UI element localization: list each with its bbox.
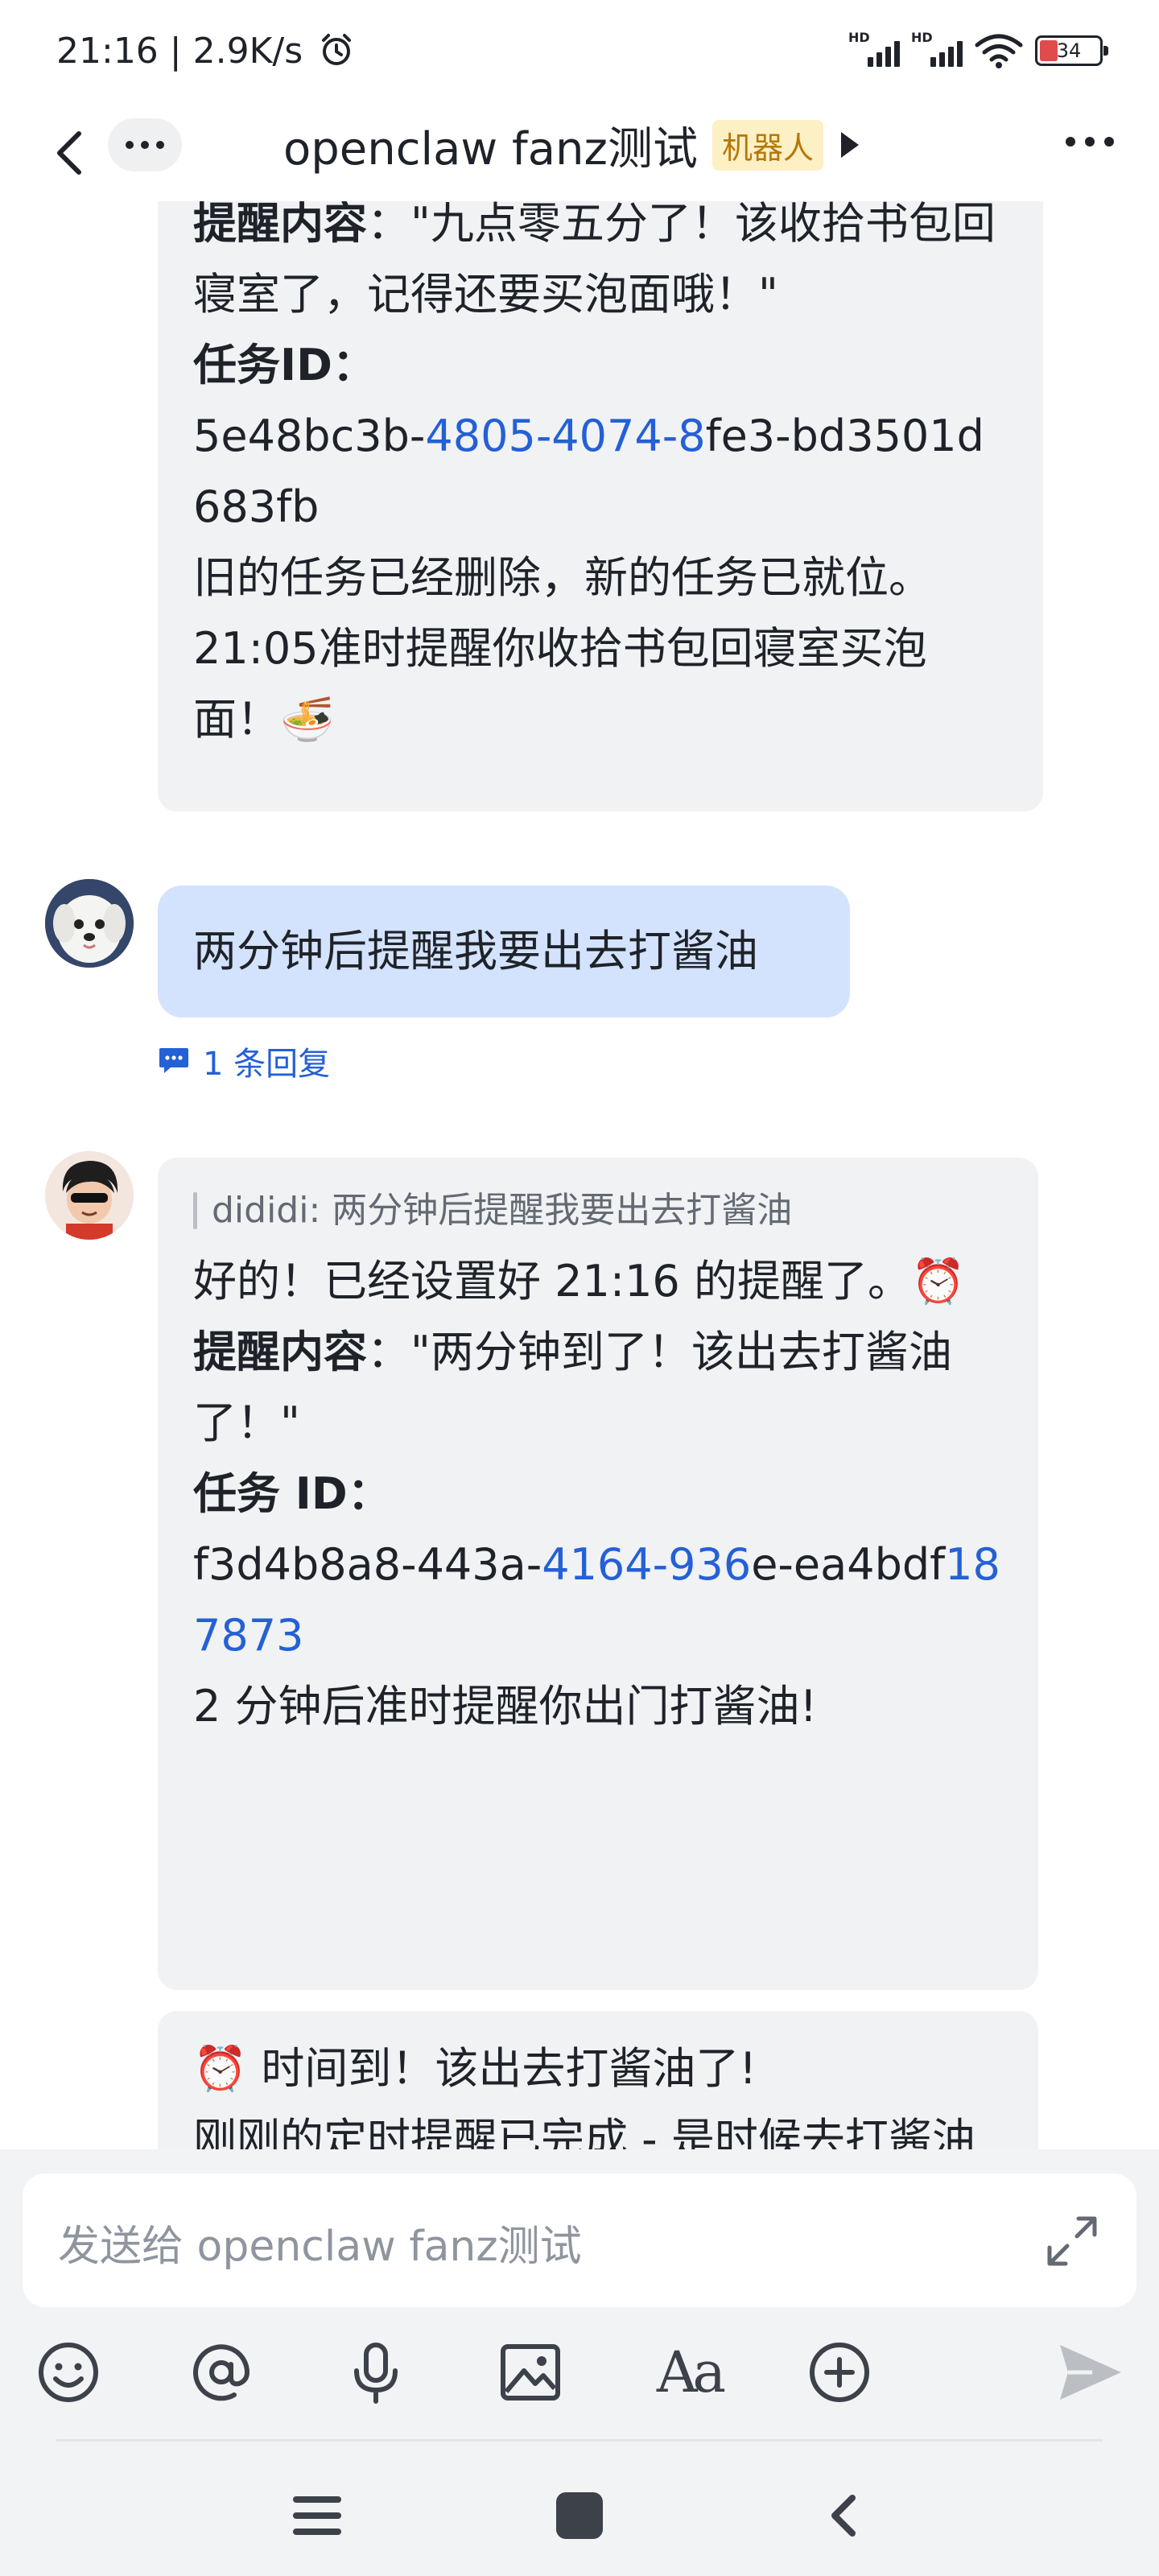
phone-link[interactable]: 4164-936 [542, 1539, 751, 1590]
user-message[interactable]: 两分钟后提醒我要出去打酱油 [158, 886, 850, 1018]
plus-circle-icon [810, 2343, 869, 2402]
image-button[interactable] [494, 2336, 567, 2409]
phone-link[interactable]: 4805-4074-8 [425, 411, 705, 461]
message-input[interactable]: 发送给 openclaw fanz测试 [23, 2174, 1136, 2307]
message-line: ⏰ 时间到！该出去打酱油了! [193, 2043, 757, 2094]
content-label: 提醒内容 [193, 1327, 367, 1377]
back-arrow-icon [831, 2495, 856, 2537]
add-button[interactable] [803, 2336, 876, 2409]
at-icon [193, 2344, 250, 2401]
status-icons: HD HD 34 [848, 30, 1108, 69]
quoted-text: dididi: 两分钟后提醒我要出去打酱油 [212, 1190, 793, 1231]
message-list[interactable]: 提醒内容："九点零五分了！该收拾书包回寝室了，记得还要买泡面哦！" 任务ID： … [0, 201, 1159, 2149]
task-id-value: f3d4b8a8-443a-4164-936e-ea4bdf187873 [193, 1530, 1003, 1671]
task-id-label: 任务 ID [193, 1468, 348, 1519]
message-line: 刚刚的定时提醒已完成 - 是时候去打酱油了！🥢 [193, 2114, 975, 2149]
play-arrow-icon [840, 132, 859, 158]
menu-icon [293, 2496, 341, 2535]
system-navigation-bar [0, 2439, 1159, 2576]
task-id-colon: ： [347, 1468, 391, 1519]
message-line: 提醒内容："九点零五分了！该收拾书包回寝室了，记得还要买泡面哦！" [193, 201, 1008, 330]
user-avatar[interactable] [45, 879, 134, 968]
battery-level: 34 [1056, 39, 1082, 62]
mention-button[interactable] [185, 2336, 258, 2409]
voice-button[interactable] [340, 2336, 412, 2409]
emoji-icon [39, 2343, 98, 2402]
system-back-button[interactable] [811, 2483, 876, 2548]
status-bar: 21:16 | 2.9K/s HD HD 34 [0, 0, 1159, 105]
format-icon: Aa [656, 2339, 726, 2405]
more-options-button[interactable] [108, 118, 182, 171]
send-button[interactable] [1054, 2336, 1127, 2409]
message-line: 21:05准时提醒你收拾书包回寝室买泡面！🍜 [193, 623, 927, 745]
send-icon [1060, 2345, 1121, 2400]
message-line: 任务ID： [193, 330, 1008, 401]
home-square-icon [556, 2492, 603, 2539]
quoted-message[interactable]: dididi: 两分钟后提醒我要出去打酱油 [193, 1182, 1003, 1240]
bot-message: ⏰ 时间到！该出去打酱油了! 刚刚的定时提醒已完成 - 是时候去打酱油了！🥢 [158, 2011, 1038, 2149]
expand-icon[interactable] [1043, 2212, 1101, 2270]
message-line: 2 分钟后准时提醒你出门打酱油! [193, 1681, 818, 1732]
message-line: 好的！已经设置好 21:16 的提醒了。⏰ [193, 1256, 966, 1307]
message-line: 任务 ID： [193, 1459, 1003, 1530]
message-composer: 发送给 openclaw fanz测试 Aa [0, 2149, 1159, 2439]
back-icon[interactable] [47, 129, 95, 177]
bot-badge: 机器人 [711, 119, 823, 171]
content-label: 提醒内容 [193, 201, 367, 249]
task-id-part: 5e48bc3b- [193, 411, 426, 461]
thread-reply-link[interactable]: 1 条回复 [158, 1038, 330, 1084]
format-button[interactable]: Aa [649, 2336, 729, 2409]
signal-icon: HD [911, 30, 963, 68]
task-id-label: 任务ID [193, 340, 332, 390]
composer-toolbar: Aa [0, 2331, 1159, 2412]
status-time: 21:16 | 2.9K/s [56, 31, 354, 72]
chat-menu-button[interactable] [1066, 137, 1114, 147]
task-id-part: f3d4b8a8-443a- [193, 1539, 542, 1590]
user-message-text: 两分钟后提醒我要出去打酱油 [193, 926, 758, 976]
emoji-button[interactable] [32, 2336, 105, 2409]
chat-header: openclaw fanz测试 机器人 [0, 105, 1159, 201]
bot-message: dididi: 两分钟后提醒我要出去打酱油 好的！已经设置好 21:16 的提醒… [158, 1158, 1038, 1990]
home-button[interactable] [547, 2483, 612, 2548]
image-icon [501, 2344, 560, 2401]
wifi-icon [975, 34, 1023, 68]
chat-title: openclaw fanz测试 [283, 122, 698, 175]
comment-icon [159, 1048, 188, 1073]
microphone-icon [354, 2343, 398, 2404]
battery-icon: 34 [1035, 35, 1108, 66]
task-id-colon: ： [332, 340, 376, 390]
alarm-icon [322, 34, 352, 65]
task-id-part: e-ea4bdf [751, 1539, 946, 1590]
message-line: 提醒内容："两分钟到了！该出去打酱油了！" [193, 1317, 1003, 1459]
bot-message: 提醒内容："九点零五分了！该收拾书包回寝室了，记得还要买泡面哦！" 任务ID： … [158, 201, 1043, 811]
message-line: 旧的任务已经删除，新的任务已就位。 [193, 552, 932, 603]
input-placeholder: 发送给 openclaw fanz测试 [58, 2223, 582, 2271]
reply-count: 1 条回复 [203, 1046, 331, 1083]
menu-button[interactable] [285, 2483, 349, 2548]
task-id-value: 5e48bc3b-4805-4074-8fe3-bd3501d683fb [193, 401, 1008, 543]
signal-icon: HD [848, 30, 900, 68]
chat-title-group[interactable]: openclaw fanz测试 机器人 [283, 119, 859, 175]
bot-avatar[interactable] [45, 1151, 134, 1240]
status-time-text: 21:16 | 2.9K/s [56, 31, 303, 72]
